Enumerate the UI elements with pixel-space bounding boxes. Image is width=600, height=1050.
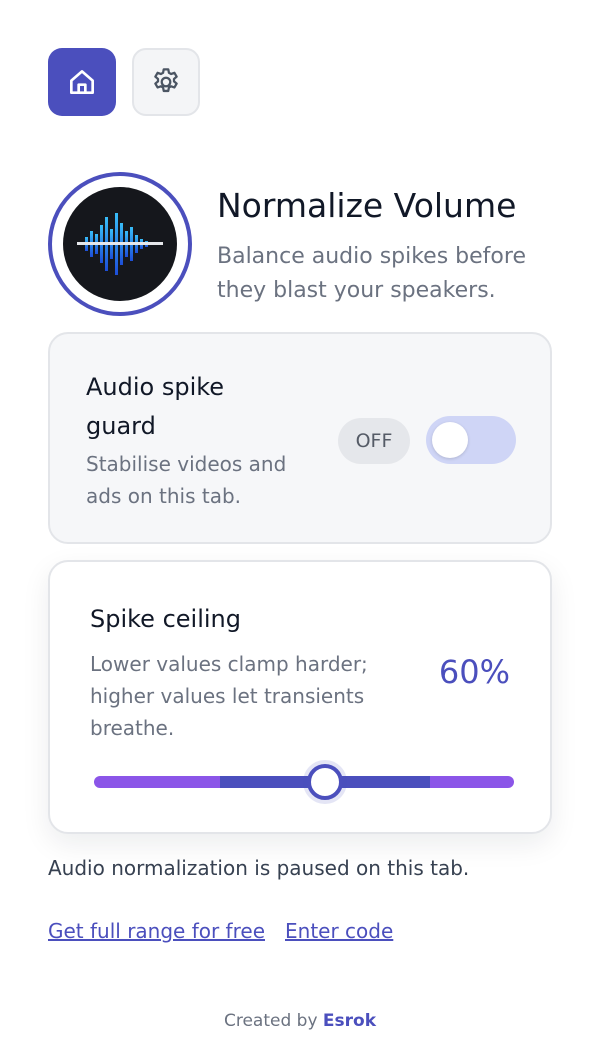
toggle-knob (432, 422, 468, 458)
spike-ceiling-title: Spike ceiling (90, 605, 241, 633)
footer: Created by Esrok (0, 1008, 600, 1034)
spike-guard-description: Stabilise videos and ads on this tab. (86, 452, 287, 508)
gear-icon (154, 68, 178, 93)
spike-ceiling-description: Lower values clamp harder; higher values… (90, 652, 368, 740)
links-row: Get full range for free Enter code (48, 916, 393, 946)
spike-ceiling-slider[interactable] (94, 764, 514, 800)
home-icon (70, 70, 94, 94)
spike-ceiling-value: 60% (438, 653, 510, 691)
enter-code-link[interactable]: Enter code (285, 916, 393, 946)
settings-button[interactable] (132, 48, 200, 116)
spike-guard-card: Audio spike guard Stabilise videos and a… (48, 332, 552, 544)
page-title: Normalize Volume (217, 186, 517, 225)
status-message: Audio normalization is paused on this ta… (48, 856, 470, 880)
spike-guard-title: Audio spike guard (86, 373, 225, 440)
audio-waveform-icon (63, 187, 177, 301)
app-logo (48, 172, 192, 316)
spike-guard-toggle[interactable] (426, 416, 516, 464)
get-full-range-link[interactable]: Get full range for free (48, 916, 265, 946)
footer-brand[interactable]: Esrok (323, 1011, 376, 1031)
home-button[interactable] (48, 48, 116, 116)
page-subtitle: Balance audio spikes before they blast y… (217, 244, 526, 303)
top-nav (48, 48, 200, 116)
footer-prefix: Created by (223, 1011, 318, 1031)
spike-ceiling-card: Spike ceiling Lower values clamp harder;… (48, 560, 552, 834)
header: Normalize Volume Balance audio spikes be… (48, 172, 552, 316)
slider-thumb[interactable] (307, 764, 343, 800)
status-badge: OFF (338, 418, 410, 464)
